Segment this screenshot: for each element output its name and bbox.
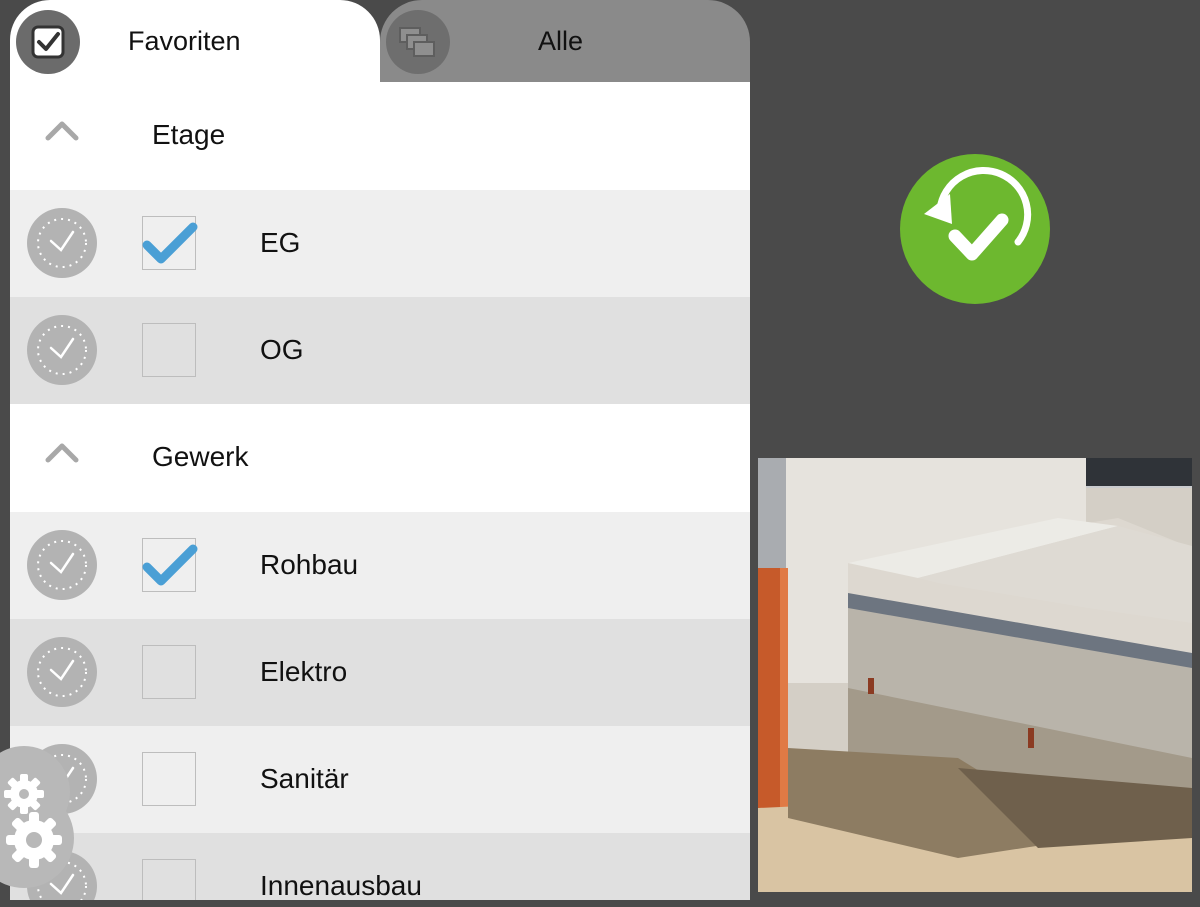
checkbox[interactable] [142,216,198,270]
checkbox[interactable] [142,752,196,806]
construction-photo-image [758,458,1192,892]
filter-panel: Favoriten Alle Etage EG OG Gewerk Rohbau… [10,0,750,900]
list-item-sanitaer[interactable]: Sanitär [10,726,750,833]
layers-icon [386,10,450,74]
section-header-etage[interactable]: Etage [10,82,750,190]
checkbox[interactable] [142,645,196,699]
clock-icon[interactable] [27,530,97,600]
list-item-rohbau[interactable]: Rohbau [10,512,750,619]
section-header-gewerk[interactable]: Gewerk [10,404,750,512]
list-item-label: OG [260,334,304,365]
list-item-elektro[interactable]: Elektro [10,619,750,726]
clock-icon[interactable] [27,315,97,385]
list-item-label: EG [260,227,301,258]
checkbox[interactable] [142,323,196,377]
list-item-label: Elektro [260,656,348,687]
list-item-eg[interactable]: EG [10,190,750,297]
list-item-label: Innenausbau [260,870,422,900]
sync-button[interactable] [900,154,1050,304]
tab-all-label: Alle [538,26,584,56]
tab-all[interactable]: Alle [380,0,750,82]
gear-icon [0,746,74,888]
sync-check-icon [924,167,1032,261]
tab-favorites[interactable]: Favoriten [10,0,380,82]
settings-button[interactable] [0,742,80,902]
clock-icon[interactable] [27,637,97,707]
list-item-label: Rohbau [260,549,359,580]
clock-icon[interactable] [27,208,97,278]
section-title: Gewerk [152,441,249,472]
site-photo[interactable] [758,458,1192,892]
list-item-label: Sanitär [260,763,349,794]
chevron-up-icon [45,121,79,141]
checkbox-icon [16,10,80,74]
tab-favorites-label: Favoriten [128,26,241,56]
list-item-innenausbau[interactable]: Innenausbau [10,833,750,900]
checkbox[interactable] [142,859,196,900]
list-item-og[interactable]: OG [10,297,750,404]
chevron-up-icon [45,443,79,463]
checkbox[interactable] [142,538,198,592]
section-title: Etage [152,119,226,150]
filter-list: Etage EG OG Gewerk Rohbau Elektro Sanitä… [10,82,750,900]
